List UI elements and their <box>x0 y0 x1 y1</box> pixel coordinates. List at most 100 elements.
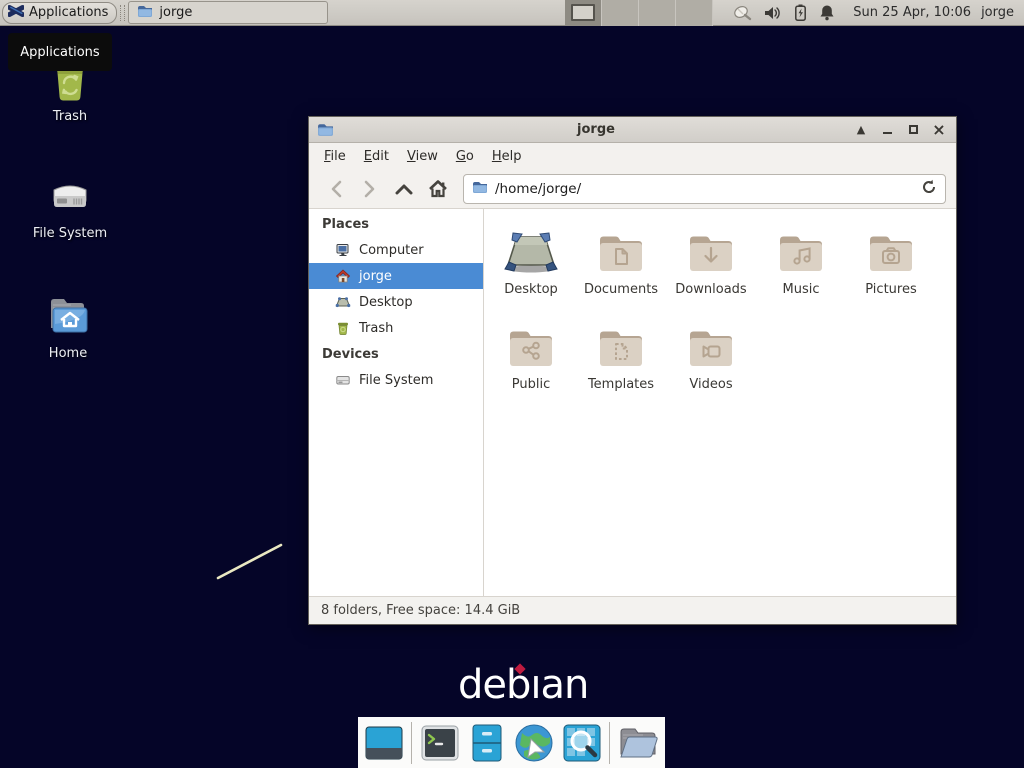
videos-folder-icon <box>666 318 756 370</box>
menu-edit[interactable]: Edit <box>355 145 398 168</box>
window-title: jorge <box>340 122 852 137</box>
documents-folder-icon <box>576 223 666 275</box>
sidebar-item-file-system-label: File System <box>359 373 433 388</box>
close-button[interactable]: × <box>930 121 948 139</box>
applications-tooltip-text: Applications <box>20 45 99 60</box>
window-titlebar[interactable]: jorge ▲ × <box>309 117 956 143</box>
web-browser-button[interactable] <box>514 722 554 764</box>
window-body: Places Computer jorge <box>309 209 956 596</box>
notifications-tray-icon[interactable] <box>819 4 835 21</box>
terminal-button[interactable] <box>419 722 459 764</box>
input-device-tray-icon[interactable] <box>733 4 752 21</box>
sidebar-devices-header: Devices <box>309 341 483 367</box>
path-folder-icon <box>472 180 488 198</box>
status-text: 8 folders, Free space: 14.4 GiB <box>321 603 520 618</box>
battery-tray-icon[interactable] <box>794 4 807 21</box>
desktop-icon-home-label: Home <box>18 346 118 361</box>
home-icon <box>335 268 351 284</box>
panel-clock[interactable]: Sun 25 Apr, 10:06 <box>853 5 971 20</box>
workspace-4[interactable] <box>676 0 713 26</box>
desktop-icon-file-system[interactable]: File System <box>20 172 120 241</box>
taskbar-window-button[interactable]: jorge <box>128 1 328 24</box>
volume-tray-icon[interactable] <box>764 5 782 21</box>
sidebar-item-file-system[interactable]: File System <box>309 367 483 393</box>
workspace-3[interactable] <box>639 0 676 26</box>
workspace-2[interactable] <box>602 0 639 26</box>
file-manager-window: jorge ▲ × File Edit View Go Help <box>308 116 957 625</box>
show-desktop-button[interactable] <box>364 722 404 764</box>
computer-icon <box>335 242 351 258</box>
terminal-icon <box>421 725 459 761</box>
file-item-music[interactable]: Music <box>756 223 846 318</box>
maximize-button[interactable] <box>904 121 922 139</box>
window-controls: ▲ × <box>852 121 948 139</box>
file-item-desktop[interactable]: Desktop <box>486 223 576 318</box>
panel-grip[interactable] <box>120 5 125 21</box>
applications-menu-button[interactable]: Applications <box>2 2 117 24</box>
file-item-pictures[interactable]: Pictures <box>846 223 936 318</box>
file-cabinet-button[interactable] <box>467 722 507 764</box>
up-button[interactable] <box>387 174 421 204</box>
file-manager-button[interactable] <box>617 722 659 764</box>
file-item-documents[interactable]: Documents <box>576 223 666 318</box>
show-desktop-icon <box>365 726 403 760</box>
top-panel: Applications jorge <box>0 0 1024 26</box>
desktop-icon-file-system-label: File System <box>20 226 120 241</box>
reload-icon[interactable] <box>921 179 937 199</box>
minimize-button[interactable] <box>878 121 896 139</box>
menu-view[interactable]: View <box>398 145 447 168</box>
desktop-icon-home[interactable]: Home <box>18 292 118 361</box>
sidebar-item-jorge[interactable]: jorge <box>309 263 483 289</box>
trash-mini-icon <box>335 320 351 336</box>
panel-username[interactable]: jorge <box>981 5 1014 20</box>
file-item-public[interactable]: Public <box>486 318 576 413</box>
desktop-icon-trash-label: Trash <box>20 109 120 124</box>
file-item-pictures-label: Pictures <box>846 282 936 297</box>
pictures-folder-icon <box>846 223 936 275</box>
dock-separator <box>411 722 412 764</box>
file-item-downloads[interactable]: Downloads <box>666 223 756 318</box>
hard-drive-icon <box>20 172 120 220</box>
menu-bar: File Edit View Go Help <box>309 143 956 169</box>
shade-button[interactable]: ▲ <box>852 121 870 139</box>
app-finder-icon <box>563 724 601 762</box>
sidebar-item-desktop[interactable]: Desktop <box>309 289 483 315</box>
drive-mini-icon <box>335 372 351 388</box>
back-button[interactable] <box>319 174 353 204</box>
desktop-item-icon <box>486 223 576 275</box>
file-cabinet-icon <box>471 724 503 762</box>
path-input[interactable]: /home/jorge/ <box>495 181 914 197</box>
xfce-logo-icon <box>8 3 24 23</box>
home-button[interactable] <box>421 174 455 204</box>
music-folder-icon <box>756 223 846 275</box>
file-item-downloads-label: Downloads <box>666 282 756 297</box>
toolbar: /home/jorge/ <box>309 169 956 209</box>
workspace-switcher <box>565 0 713 26</box>
file-manager-icon <box>617 724 659 762</box>
web-browser-icon <box>514 723 554 763</box>
sidebar-item-trash[interactable]: Trash <box>309 315 483 341</box>
menu-file[interactable]: File <box>315 145 355 168</box>
downloads-folder-icon <box>666 223 756 275</box>
system-tray <box>733 4 835 21</box>
home-folder-icon <box>18 292 118 340</box>
sidebar-item-desktop-label: Desktop <box>359 295 413 310</box>
applications-menu-label: Applications <box>29 5 108 20</box>
dock <box>358 717 665 768</box>
file-item-templates[interactable]: Templates <box>576 318 666 413</box>
menu-go[interactable]: Go <box>447 145 483 168</box>
sidebar-item-trash-label: Trash <box>359 321 393 336</box>
status-bar: 8 folders, Free space: 14.4 GiB <box>309 596 956 624</box>
sidebar-item-computer[interactable]: Computer <box>309 237 483 263</box>
file-item-templates-label: Templates <box>576 377 666 392</box>
sidebar-places-header: Places <box>309 211 483 237</box>
path-bar[interactable]: /home/jorge/ <box>463 174 946 204</box>
workspace-1[interactable] <box>565 0 602 26</box>
app-finder-button[interactable] <box>562 722 602 764</box>
file-item-videos[interactable]: Videos <box>666 318 756 413</box>
forward-button[interactable] <box>353 174 387 204</box>
desktop-screen: Applications jorge <box>0 0 1024 768</box>
menu-help[interactable]: Help <box>483 145 531 168</box>
file-grid: Desktop Documents <box>484 209 956 596</box>
templates-folder-icon <box>576 318 666 370</box>
